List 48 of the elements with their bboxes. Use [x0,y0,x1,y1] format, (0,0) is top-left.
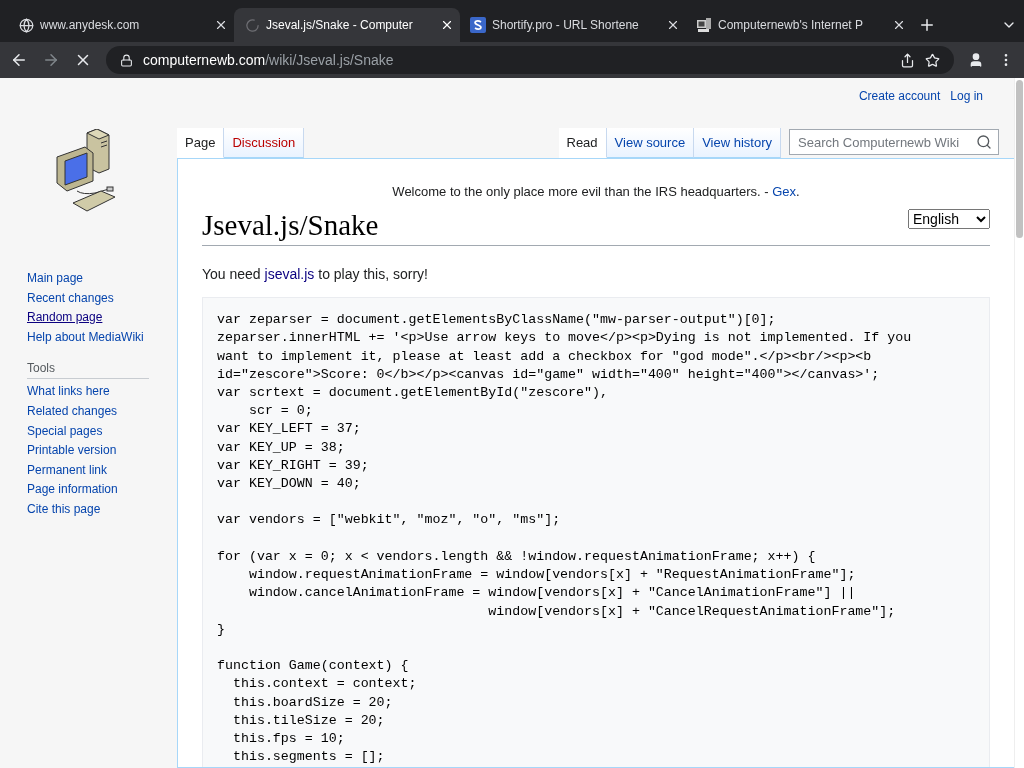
address-bar[interactable]: computernewb.com/wiki/Jseval.js/Snake [106,46,954,74]
sidebar-link[interactable]: What links here [27,383,110,400]
browser-tab[interactable]: Jseval.js/Snake - Computer [234,8,460,42]
new-tab-icon[interactable] [918,16,936,34]
browser-tab[interactable]: Shortify.pro - URL Shortene [460,8,686,42]
browser-tab[interactable]: www.anydesk.com [8,8,234,42]
sidebar-link[interactable]: Printable version [27,442,117,459]
tools-heading: Tools [27,361,149,380]
view-tab[interactable]: Read [558,128,607,158]
sidebar-link[interactable]: Recent changes [27,289,114,307]
sidebar-link[interactable]: Permanent link [27,461,108,479]
close-icon[interactable] [666,18,680,32]
page-tab[interactable]: Discussion [224,128,305,158]
account-link[interactable]: Create account [858,89,941,114]
sidebar-link[interactable]: Special pages [27,422,103,440]
jseval-link[interactable]: jseval.js [264,266,315,283]
browser-tab[interactable]: Computernewb's Internet P [686,8,912,42]
search-icon[interactable] [976,134,992,150]
sidebar-link[interactable]: Cite this page [27,500,101,518]
star-icon[interactable] [925,52,940,68]
sidebar-link[interactable]: Page information [27,481,118,498]
computer-icon [696,17,712,33]
share-icon[interactable] [900,52,915,68]
back-button[interactable] [10,51,28,69]
page-title: Jseval.js/Snake [202,208,379,243]
globe-icon [18,17,34,33]
sidebar-link[interactable]: Related changes [27,402,118,420]
loading-spinner-icon [244,17,260,33]
view-tab[interactable]: View history [694,128,781,158]
search-field[interactable]: Search Computernewb Wiki [789,129,999,155]
page-tab[interactable]: Page [177,128,225,158]
site-notice: Welcome to the only place more evil than the IRS headquarters. - Gex. [391,184,801,199]
close-icon[interactable] [440,18,454,32]
sidebar-link[interactable]: Main page [27,270,84,287]
lock-icon [120,53,133,67]
intro-text: You need jseval.js to play this, sorry! [202,266,429,283]
account-link[interactable]: Log in [950,89,983,114]
sidebar-link[interactable]: Random page [27,309,103,326]
close-icon[interactable] [214,18,228,32]
s-logo-icon [470,17,486,33]
scrollbar-thumb[interactable] [1016,80,1023,238]
view-tab[interactable]: View source [606,128,695,158]
profile-icon[interactable] [968,52,984,68]
sidebar-link[interactable]: Help about MediaWiki [27,328,144,346]
language-select[interactable]: English [908,209,990,229]
code-block: var zeparser = document.getElementsByClassName("mw-parser-output")[0]; zeparser.innerHTML += '<p>Use arrow keys to move</p><p>Dying is not implemented. If you want to implement it, please at least add a checkbox for "god mode".</p><br/><p><b id="zescore">Score: 0</b></p><canvas id="game" width="400" height="400"></canvas>'; var scrtext = document.getElementById("zescore"), scr = 0; var KEY_LEFT = 37; var KEY_UP = 38; var KEY_RIGHT = 39; var KEY_DOWN = 40; var vendors = ["webkit", "moz", "o", "ms"]; for (var x = 0; x < vendors.length && !window.requestAnimationFrame; x++) { window.requestAnimationFrame = window[vendors[x] + "RequestAnimationFrame"]; window.cancelAnimationFrame = window[vendors[x] + "CancelAnimationFrame"] || window[vendors[x] + "CancelRequestAnimationFrame"]; } function Game(context) { this.context = context; this.boardSize = 20; this.tileSize = 20; this.fps = 10; this.segments = []; [202,297,990,767]
forward-button[interactable] [42,51,60,69]
close-icon[interactable] [892,18,906,32]
